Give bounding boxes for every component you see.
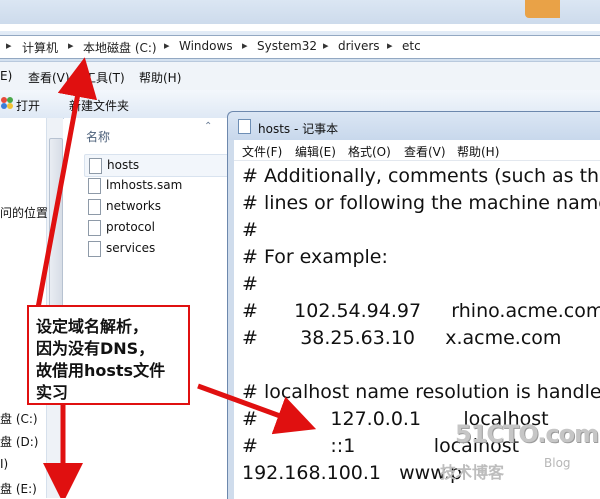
annotation-callout: 设定域名解析， 因为没有DNS， 故借用hosts文件 实习 [27, 305, 190, 405]
annotation-line: 故借用hosts文件 [36, 361, 166, 380]
watermark-site: 51CTO.com [455, 420, 599, 448]
annotation-line: 设定域名解析， [36, 317, 149, 336]
arrow-to-breadcrumb [35, 57, 98, 309]
annotation-line: 因为没有DNS， [36, 339, 155, 358]
watermark-subtitle: 技术博客 [440, 463, 505, 482]
annotation-line: 实习 [36, 383, 69, 402]
arrow-to-hosts-entry [197, 383, 317, 435]
watermark-blog: Blog [544, 456, 571, 470]
